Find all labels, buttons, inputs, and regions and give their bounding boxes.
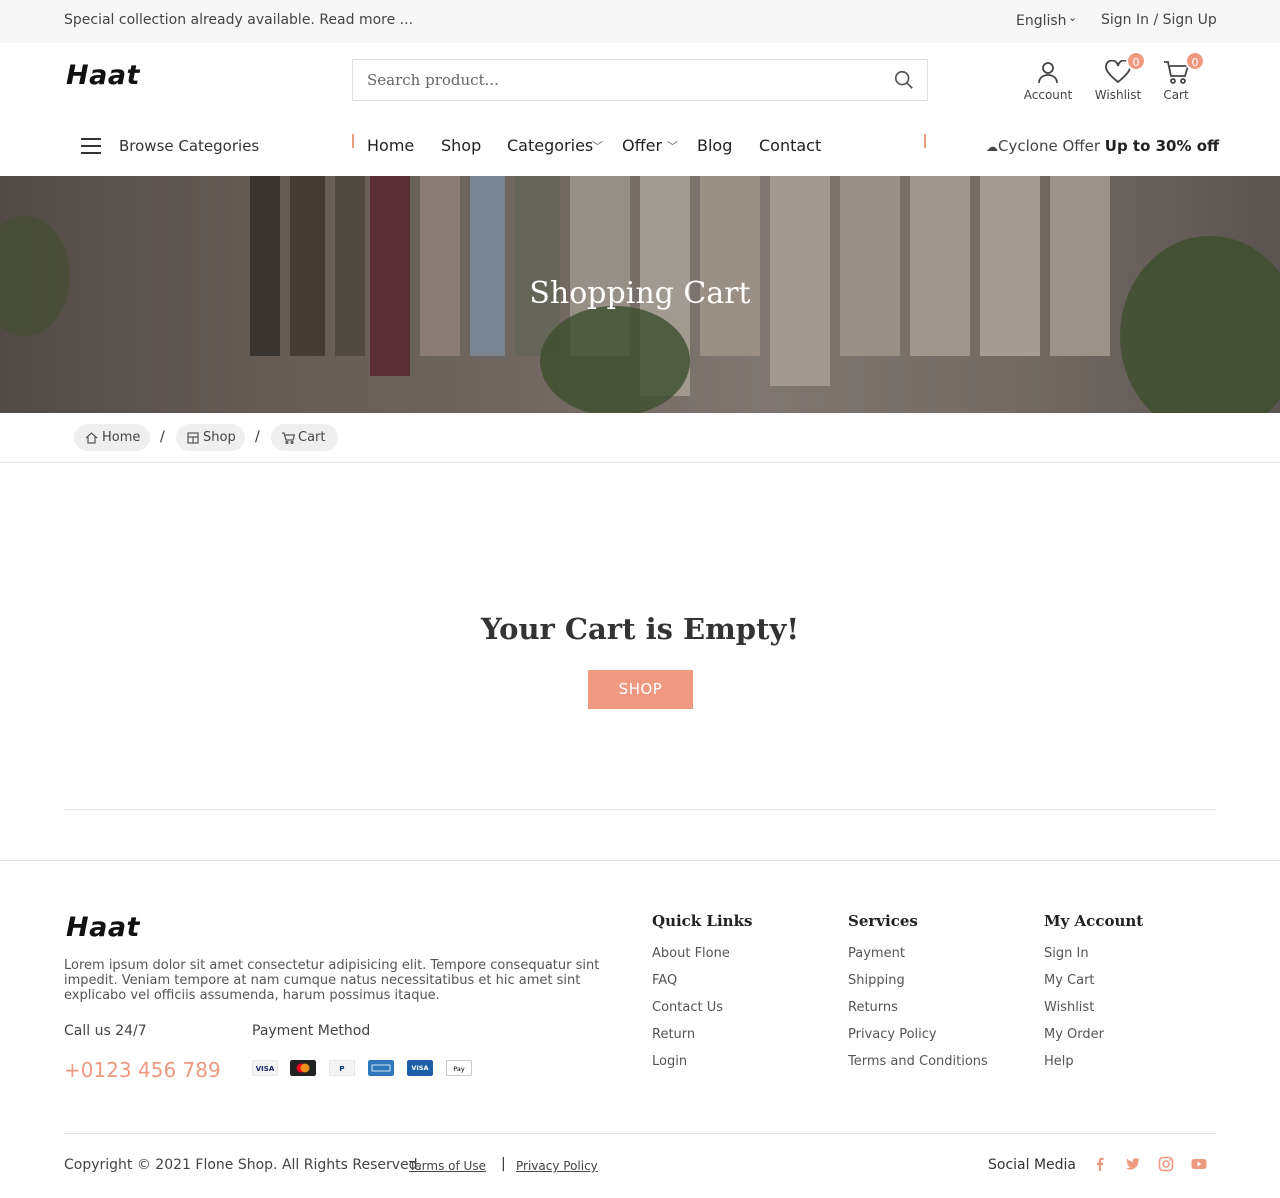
cart-count-badge: 0 — [1185, 51, 1205, 71]
wishlist-label: Wishlist — [1094, 88, 1142, 102]
search-icon[interactable] — [893, 69, 915, 91]
copyright: Copyright © 2021 Flone Shop. All Rights … — [64, 1157, 422, 1173]
amex-icon — [368, 1060, 394, 1076]
cyclone-offer[interactable]: ☁Cyclone Offer Up to 30% off — [986, 137, 1219, 155]
hero-banner: Shopping Cart — [0, 176, 1280, 413]
footer-link-my-cart[interactable]: My Cart — [1044, 973, 1095, 988]
cyclone-icon: ☁ — [986, 140, 998, 154]
footer-link-returns[interactable]: Returns — [848, 1000, 898, 1015]
cart-icon — [282, 432, 295, 444]
page-title: Shopping Cart — [529, 276, 751, 311]
footer-link-shipping[interactable]: Shipping — [848, 973, 905, 988]
language-select[interactable]: English — [1016, 13, 1067, 29]
breadcrumb-home[interactable]: Home — [74, 424, 150, 451]
footer-link-privacy[interactable]: Privacy Policy — [848, 1027, 937, 1042]
twitter-icon[interactable] — [1125, 1156, 1141, 1172]
chevron-down-icon[interactable]: ﹀ — [592, 138, 603, 154]
privacy-policy-link[interactable]: Privacy Policy — [516, 1159, 598, 1173]
nav-item-home[interactable]: Home — [367, 136, 414, 155]
visa-electron-icon: VISA — [407, 1060, 433, 1076]
search-input[interactable] — [367, 69, 867, 91]
paypal-icon: P — [329, 1060, 355, 1076]
footer-link-payment[interactable]: Payment — [848, 946, 905, 961]
visa-icon: VISA — [252, 1060, 278, 1076]
top-bar: Special collection already available. Re… — [0, 0, 1280, 43]
apple-pay-icon: Pay — [446, 1060, 472, 1076]
sign-in-sign-up-link[interactable]: Sign In / Sign Up — [1101, 12, 1217, 28]
nav-item-offer[interactable]: Offer — [622, 136, 662, 155]
breadcrumb-separator: / — [160, 429, 165, 445]
empty-cart-title: Your Cart is Empty! — [480, 612, 800, 646]
footer-link-wishlist[interactable]: Wishlist — [1044, 1000, 1094, 1015]
payment-method-label: Payment Method — [252, 1023, 371, 1039]
youtube-icon[interactable] — [1191, 1156, 1207, 1172]
chevron-down-icon[interactable]: ⌄ — [1068, 11, 1077, 24]
footer-services-title: Services — [848, 912, 918, 930]
footer-link-about[interactable]: About Flone — [652, 946, 730, 961]
cart-label: Cart — [1163, 88, 1189, 102]
chevron-down-icon[interactable]: ﹀ — [667, 138, 678, 154]
breadcrumb-cart-label: Cart — [298, 430, 326, 445]
svg-text:P: P — [339, 1065, 344, 1073]
call-label: Call us 24/7 — [64, 1023, 147, 1039]
offer-prefix: Cyclone Offer — [998, 137, 1100, 155]
store-icon — [187, 432, 199, 444]
breadcrumb-home-label: Home — [102, 430, 141, 445]
breadcrumb-separator: / — [255, 429, 260, 445]
account-label: Account — [1023, 88, 1073, 102]
footer-link-contact[interactable]: Contact Us — [652, 1000, 723, 1015]
mastercard-icon — [290, 1060, 316, 1076]
footer-quick-links-title: Quick Links — [652, 912, 753, 930]
breadcrumb-cart[interactable]: Cart — [271, 424, 338, 451]
search-bar — [352, 59, 928, 101]
breadcrumb-shop[interactable]: Shop — [176, 424, 245, 451]
offer-value: Up to 30% off — [1104, 137, 1220, 155]
breadcrumb: Home / Shop / Cart — [0, 413, 1280, 463]
svg-text:VISA: VISA — [411, 1064, 428, 1072]
hero-plant — [540, 306, 690, 413]
nav-divider — [924, 134, 926, 148]
footer-link-help[interactable]: Help — [1044, 1054, 1074, 1069]
nav-item-shop[interactable]: Shop — [441, 136, 481, 155]
wishlist-count-badge: 0 — [1126, 51, 1146, 71]
phone-number[interactable]: +0123 456 789 — [64, 1058, 221, 1082]
footer-link-return[interactable]: Return — [652, 1027, 695, 1042]
footer-my-account-title: My Account — [1044, 912, 1144, 930]
footer-link-login[interactable]: Login — [652, 1054, 687, 1069]
logo[interactable]: Haat — [66, 60, 140, 91]
footer-link-terms[interactable]: Terms and Conditions — [848, 1054, 988, 1069]
nav-divider — [352, 134, 354, 148]
shop-button[interactable]: SHOP — [588, 670, 693, 709]
footer-description: Lorem ipsum dolor sit amet consectetur a… — [64, 958, 600, 1003]
footer-link-my-order[interactable]: My Order — [1044, 1027, 1104, 1042]
user-icon — [1038, 62, 1058, 84]
breadcrumb-shop-label: Shop — [203, 430, 236, 445]
browse-categories-button[interactable]: Browse Categories — [119, 137, 259, 155]
nav-item-contact[interactable]: Contact — [759, 136, 821, 155]
promo-text[interactable]: Special collection already available. Re… — [64, 12, 413, 28]
footer-link-faq[interactable]: FAQ — [652, 973, 677, 988]
menu-icon[interactable] — [81, 138, 101, 154]
divider — [0, 860, 1280, 861]
social-media-label: Social Media — [988, 1157, 1077, 1173]
nav-item-blog[interactable]: Blog — [697, 136, 732, 155]
divider — [64, 1133, 1216, 1134]
home-icon — [85, 432, 98, 444]
nav-item-categories[interactable]: Categories — [507, 136, 593, 155]
instagram-icon[interactable] — [1158, 1156, 1174, 1172]
footer-link-sign-in[interactable]: Sign In — [1044, 946, 1089, 961]
facebook-icon[interactable] — [1092, 1156, 1108, 1172]
divider — [64, 809, 1216, 810]
svg-text:VISA: VISA — [256, 1065, 275, 1073]
footer-separator: | — [501, 1156, 506, 1172]
svg-text:Pay: Pay — [453, 1065, 465, 1073]
main-nav: Browse Categories Home Shop Categories ﹀… — [0, 118, 1280, 176]
terms-of-use-link[interactable]: Terms of Use — [409, 1159, 486, 1173]
footer-logo[interactable]: Haat — [66, 912, 140, 943]
account-button[interactable]: Account — [1020, 60, 1076, 102]
